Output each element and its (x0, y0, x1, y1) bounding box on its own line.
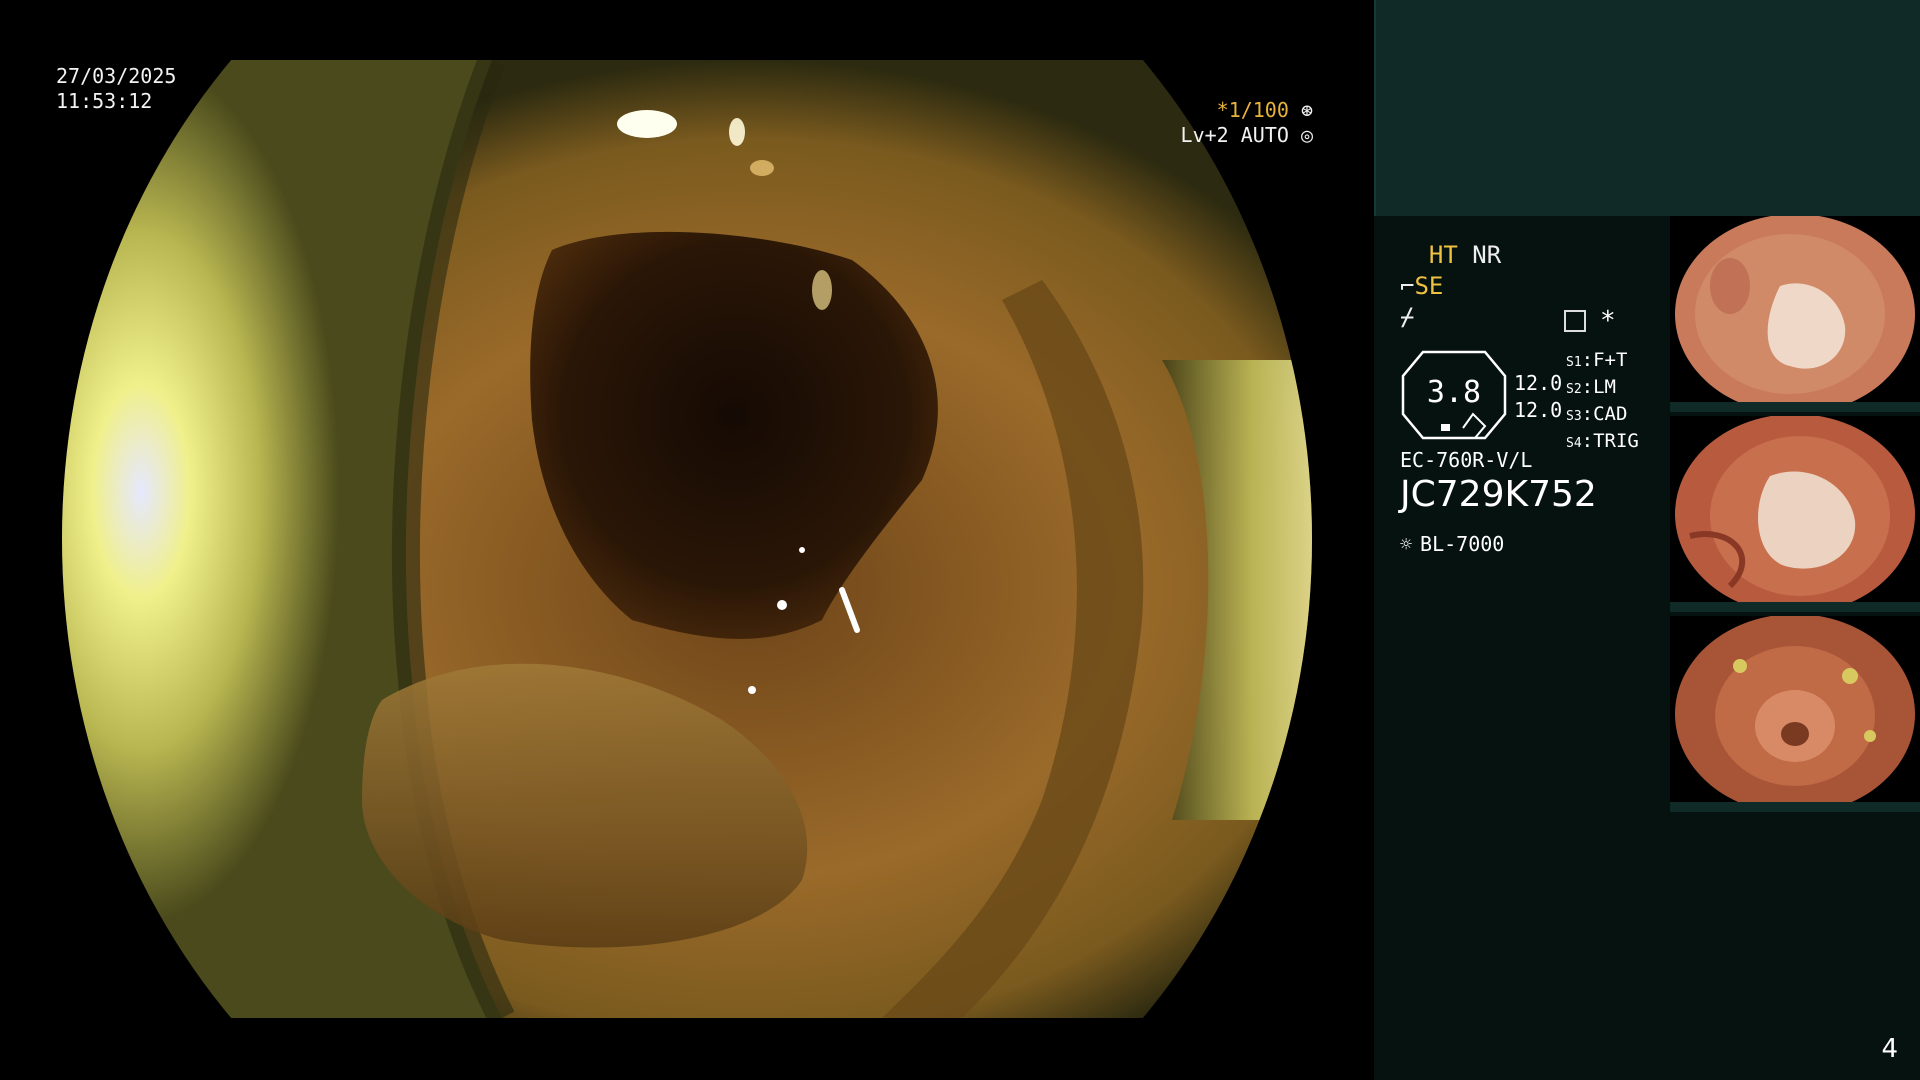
asterisk-mark: * (1600, 306, 1616, 336)
date-text: 27/03/2025 (56, 64, 177, 88)
color-mode-icon: ⌿ (1400, 303, 1415, 331)
iris-row: Lv+2 AUTO ◎ (1181, 123, 1313, 148)
menu-list-icon (1564, 310, 1586, 332)
setting-s1: S1:F+T (1566, 349, 1628, 371)
se-label: SE (1414, 272, 1444, 300)
exposure-display: *1/100 ⊛ Lv+2 AUTO ◎ (1181, 98, 1313, 148)
page-number: 4 (1881, 1034, 1898, 1064)
capture-thumbnail-2[interactable] (1670, 416, 1920, 612)
thumbnail-band (1670, 602, 1920, 612)
shutter-prefix: * (1216, 98, 1229, 122)
scope-model-text: EC-760R-V/L (1400, 448, 1533, 472)
setting-s4: S4:TRIG (1566, 430, 1639, 452)
thumbnail-band (1670, 802, 1920, 812)
se-row: ⌐SE (1400, 271, 1501, 302)
gauge-side-values: 12.0 12.0 (1514, 370, 1562, 424)
shutter-speed-text: 1/100 (1228, 98, 1289, 122)
light-source-row: ☼ BL-7000 (1400, 532, 1504, 556)
light-source-text: BL-7000 (1420, 532, 1505, 556)
shutter-iris-icon: ⊛ (1300, 98, 1313, 122)
date-time-display: 27/03/2025 11:53:12 (56, 64, 176, 114)
ht-nr-row: HT NR (1400, 240, 1501, 271)
image-processing-info: HT NR ⌐SE ⌿ (1400, 240, 1501, 333)
gauge-value: 3.8 (1427, 375, 1481, 410)
gauge-side-1: 12.0 (1514, 371, 1563, 395)
structure-enhance-icon: ⌐ (1400, 272, 1415, 300)
light-source-icon: ☼ (1400, 532, 1413, 556)
serial-number-text: JC729K752 (1400, 474, 1597, 515)
panel-top-area (1374, 0, 1920, 216)
gauge-side-2: 12.0 (1514, 398, 1563, 422)
ht-label: HT (1428, 241, 1458, 269)
auto-iris-icon: ◎ (1300, 123, 1313, 147)
setting-s3: S3:CAD (1566, 403, 1628, 425)
capture-thumbnail-3[interactable] (1670, 216, 1920, 412)
color-mode-row: ⌿ (1400, 302, 1501, 333)
thumbnail-band (1670, 402, 1920, 412)
capture-thumbnail-1[interactable] (1670, 616, 1920, 812)
setting-s2: S2:LM (1566, 376, 1616, 398)
switch-settings: S1:F+T S2:LM S3:CAD S4:TRIG (1566, 348, 1639, 456)
nr-label: NR (1472, 241, 1502, 269)
shutter-row: *1/100 ⊛ (1181, 98, 1313, 123)
time-text: 11:53:12 (56, 89, 153, 113)
menu-icons: * (1564, 306, 1616, 336)
iris-level-text: Lv+2 AUTO (1180, 123, 1289, 147)
endoscope-live-view (62, 60, 1312, 1018)
gauge-octagon: 3.8 (1401, 350, 1507, 440)
